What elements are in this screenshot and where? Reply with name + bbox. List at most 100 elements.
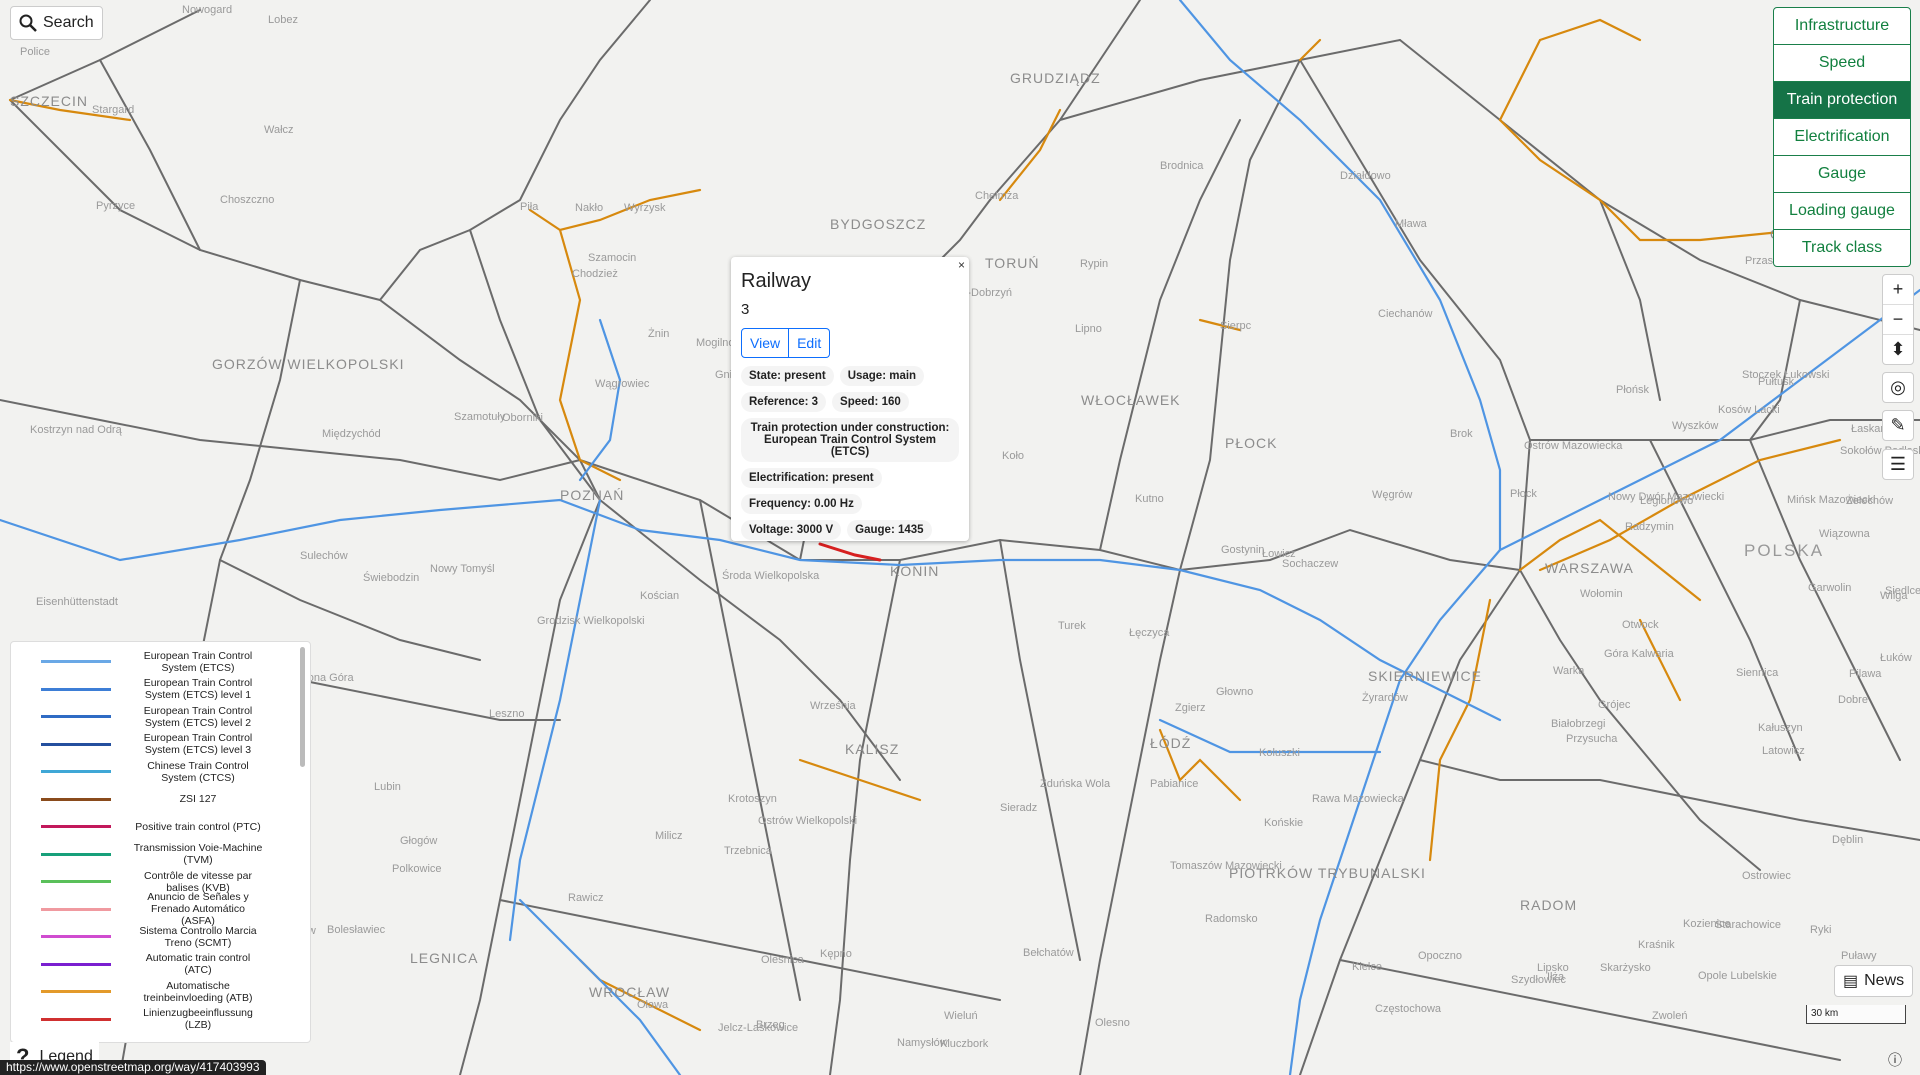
railway-line[interactable]: [1649, 439, 1801, 761]
layer-track-class[interactable]: Track class: [1774, 230, 1910, 266]
place-label: Nowogard: [182, 4, 233, 16]
railway-line[interactable]: [379, 299, 601, 501]
place-label: Nakło: [575, 202, 604, 214]
railway-line[interactable]: [1099, 119, 1241, 551]
place-label: Przysucha: [1566, 733, 1618, 745]
legend-scrollbar[interactable]: [300, 647, 305, 767]
railway-line[interactable]: [459, 499, 601, 1075]
railway-line[interactable]: [9, 99, 381, 301]
layer-infrastructure[interactable]: Infrastructure: [1774, 8, 1910, 45]
atb-line[interactable]: [1428, 598, 1492, 862]
railway-line[interactable]: [99, 59, 201, 251]
railway-line[interactable]: [499, 899, 1001, 1001]
reference-badge: Reference: 3: [741, 392, 827, 412]
railway-line[interactable]: [1059, 39, 1401, 121]
place-label: Rypin: [1080, 258, 1109, 270]
place-label: Ostrowiec: [1742, 870, 1791, 882]
place-label: PŁOCK: [1225, 435, 1278, 451]
edit-icon[interactable]: ✎: [1883, 411, 1913, 440]
locate-icon[interactable]: ◎: [1883, 373, 1913, 402]
layer-loading-gauge[interactable]: Loading gauge: [1774, 193, 1910, 230]
railway-line[interactable]: [599, 499, 901, 781]
place-label: Września: [810, 700, 856, 712]
layer-electrification[interactable]: Electrification: [1774, 119, 1910, 156]
place-label: Kosów Lacki: [1718, 404, 1780, 416]
popup-ref: 3: [741, 301, 750, 318]
atb-line[interactable]: [1498, 18, 1642, 122]
railway-line[interactable]: [1749, 439, 1901, 761]
view-button[interactable]: View: [741, 328, 790, 358]
railway-line[interactable]: [1299, 569, 1521, 1075]
layer-gauge[interactable]: Gauge: [1774, 156, 1910, 193]
place-label: Trzebnica: [724, 845, 772, 857]
zoom-out-button[interactable]: −: [1883, 304, 1913, 334]
close-icon[interactable]: ×: [958, 258, 965, 272]
place-label: Działdowo: [1340, 170, 1391, 182]
legend-swatch: [41, 935, 111, 939]
place-label: Skarżysko: [1600, 962, 1651, 974]
place-label: Wągrowiec: [595, 378, 650, 390]
place-label: Radomsko: [1205, 913, 1258, 925]
layer-train-protection[interactable]: Train protection: [1774, 82, 1910, 119]
railway-popup: × Railway 3 View Edit State: present Usa…: [731, 257, 969, 541]
atb-line[interactable]: [1638, 618, 1682, 702]
place-label: KONIN: [890, 563, 940, 579]
place-label: Warka: [1553, 665, 1585, 677]
etcs-line[interactable]: [578, 318, 622, 482]
place-label: Opoczno: [1418, 950, 1463, 962]
place-label: Brodnica: [1160, 160, 1204, 172]
search-button[interactable]: Search: [10, 6, 103, 40]
zoom-in-button[interactable]: +: [1883, 275, 1913, 304]
popup-title: Railway: [741, 270, 812, 292]
railway-line[interactable]: [1419, 759, 1920, 841]
news-button[interactable]: ▤ News: [1834, 965, 1914, 997]
selected-line[interactable]: [818, 542, 882, 562]
info-icon[interactable]: ⓘ: [1888, 1050, 1902, 1070]
place-label: Świebodzin: [363, 572, 420, 584]
railway-line[interactable]: [1179, 59, 1301, 571]
legend-swatch: [41, 797, 111, 801]
place-label: Rawicz: [568, 892, 604, 904]
legend-item-label: Transmission Voie-Machine (TVM): [133, 842, 263, 867]
place-label: Szydłowiec: [1511, 974, 1567, 986]
place-label: LEGNICA: [410, 950, 479, 966]
legend-panel[interactable]: European Train Control System (ETCS) Euro…: [10, 641, 311, 1043]
place-label: Siennica: [1736, 667, 1779, 679]
legend-item: Transmission Voie-Machine (TVM): [11, 841, 310, 869]
settings-control: ☰: [1882, 449, 1914, 480]
place-label: Białobrzegi: [1551, 718, 1606, 730]
place-label: Choszczno: [220, 194, 275, 206]
place-label: Polkowice: [392, 863, 442, 875]
railway-line[interactable]: [1079, 569, 1181, 1075]
railway-line[interactable]: [989, 0, 1141, 201]
layer-menu: Infrastructure Speed Train protection Elect…: [1773, 7, 1911, 267]
place-label: Bolesławiec: [327, 924, 386, 936]
legend-swatch: [41, 990, 111, 994]
usage-badge: Usage: main: [839, 366, 925, 386]
compass-button[interactable]: ⬍: [1883, 334, 1913, 364]
railway-line[interactable]: [999, 539, 1081, 961]
legend-swatch: [41, 852, 111, 856]
place-label: Zgierz: [1175, 702, 1206, 714]
place-label: SKIERNIEWICE: [1368, 668, 1482, 684]
edit-button[interactable]: Edit: [789, 328, 831, 358]
place-label: Nowy Dwór Mazowiecki: [1608, 491, 1725, 503]
etcs-line[interactable]: [1288, 548, 1502, 1075]
legend-item-label: Contrôle de vitesse par balises (KVB): [144, 869, 252, 894]
place-label: Płońsk: [1616, 384, 1650, 396]
atb-line[interactable]: [528, 188, 702, 232]
railway-line[interactable]: [1519, 439, 1531, 571]
place-label: Szamocin: [588, 252, 637, 264]
legend-swatch: [41, 907, 111, 911]
place-label: Milicz: [655, 830, 683, 842]
place-label: Żnin: [648, 328, 670, 340]
place-label: Żyrardów: [1362, 692, 1408, 704]
settings-icon[interactable]: ☰: [1883, 450, 1913, 479]
place-label: KALISZ: [845, 741, 900, 757]
legend-item-label: European Train Control System (ETCS) lev…: [143, 704, 253, 729]
legend-item-label: Automatische treinbeinvloeding (ATB): [143, 979, 253, 1004]
place-label: Ryki: [1810, 924, 1832, 936]
layer-speed[interactable]: Speed: [1774, 45, 1910, 82]
legend-swatch: [41, 825, 111, 829]
newspaper-icon: ▤: [1843, 973, 1859, 990]
